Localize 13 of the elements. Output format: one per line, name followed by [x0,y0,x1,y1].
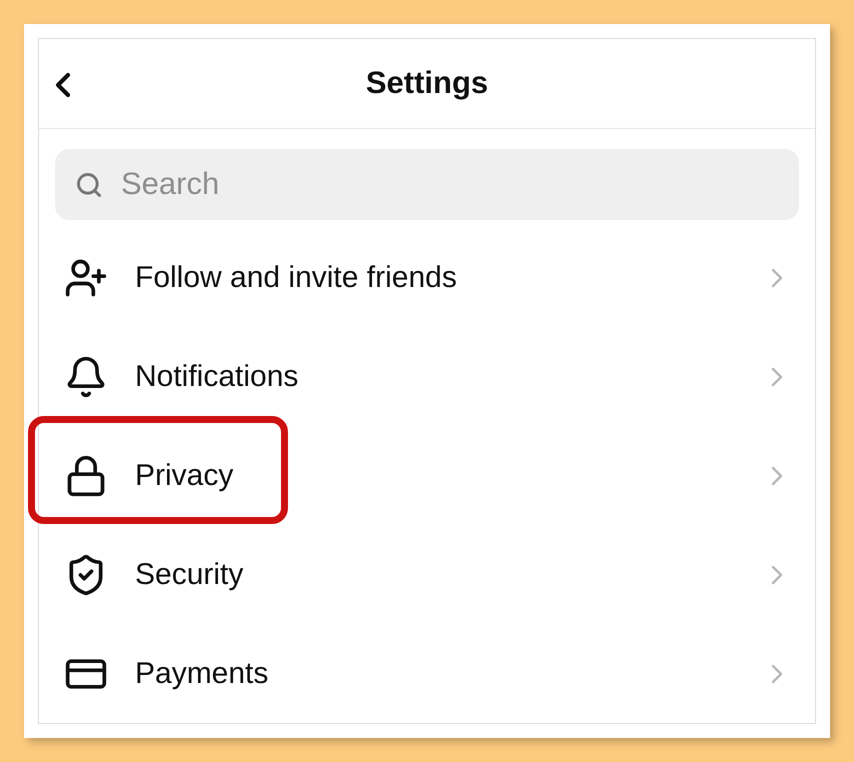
settings-row[interactable]: Privacy [39,426,815,525]
search-field[interactable]: Search [55,148,799,220]
row-label: Security [135,557,244,593]
search-icon [75,170,103,199]
page-title: Settings [366,64,488,102]
settings-row[interactable]: Security [39,525,815,624]
settings-row[interactable]: Follow and invite friends [39,228,815,327]
row-label: Privacy [135,458,234,494]
settings-row[interactable]: Payments [39,624,815,723]
settings-row[interactable]: Notifications [39,327,815,426]
row-label: Payments [135,656,270,692]
row-label: Notifications [135,359,300,395]
row-label: Follow and invite friends [135,260,458,296]
